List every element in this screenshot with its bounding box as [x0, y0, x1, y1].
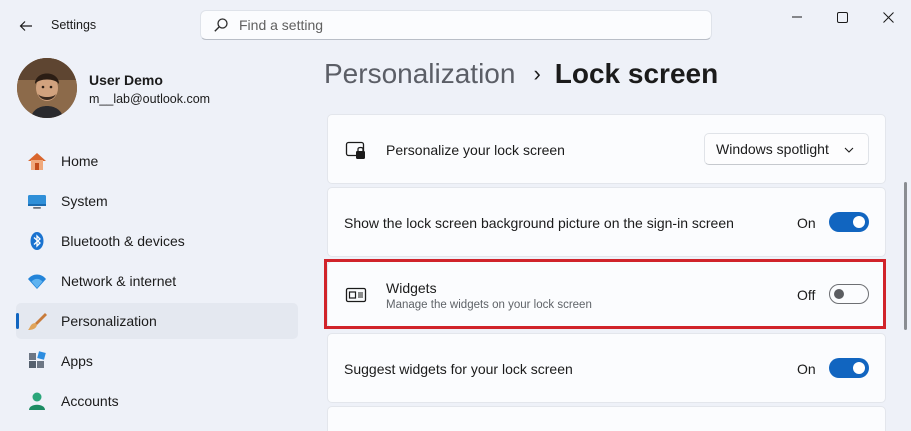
lock-screen-dropdown[interactable]: Windows spotlight	[704, 133, 869, 165]
breadcrumb-parent[interactable]: Personalization	[324, 58, 515, 90]
dropdown-value: Windows spotlight	[716, 141, 829, 157]
user-name: User Demo	[89, 72, 163, 88]
wifi-icon	[26, 270, 48, 292]
sidebar-item-system[interactable]: System	[16, 183, 298, 219]
breadcrumb: Personalization › Lock screen	[324, 58, 718, 90]
toggle-state-label: On	[797, 215, 816, 231]
suggest-widgets-toggle[interactable]	[829, 358, 869, 378]
search-icon	[214, 18, 228, 32]
chevron-down-icon	[844, 147, 854, 153]
personalize-lock-screen-row: Personalize your lock screen Windows spo…	[327, 114, 886, 184]
app-title: Settings	[51, 18, 97, 32]
sidebar-item-label: Home	[61, 153, 99, 169]
toggle-state-label: On	[797, 361, 816, 377]
user-profile[interactable]: User Demo m__lab@outlook.com	[17, 58, 297, 118]
maximize-icon	[836, 11, 848, 23]
widgets-highlight-box	[324, 259, 886, 329]
back-arrow-icon	[19, 21, 32, 31]
scrollbar[interactable]	[904, 182, 907, 330]
sidebar-nav: Home System Bluetooth & devices Network …	[16, 143, 298, 423]
back-button[interactable]	[10, 10, 42, 42]
accounts-icon	[26, 390, 48, 412]
toggle-knob	[853, 362, 865, 374]
home-icon	[26, 150, 48, 172]
system-icon	[26, 190, 48, 212]
suggest-widgets-title: Suggest widgets for your lock screen	[344, 361, 573, 377]
page-title: Lock screen	[554, 58, 719, 89]
brush-icon	[26, 310, 48, 332]
sidebar-item-apps[interactable]: Apps	[16, 343, 298, 379]
close-button[interactable]	[865, 0, 911, 34]
sidebar-item-personalization[interactable]: Personalization	[16, 303, 298, 339]
next-settings-row	[327, 406, 886, 431]
signin-background-title: Show the lock screen background picture …	[344, 215, 734, 231]
suggest-widgets-row: Suggest widgets for your lock screen On	[327, 333, 886, 403]
title-bar: Settings	[0, 0, 911, 50]
sidebar-item-label: Network & internet	[61, 273, 177, 289]
avatar	[17, 58, 77, 118]
minimize-icon	[792, 16, 802, 18]
sidebar-item-network[interactable]: Network & internet	[16, 263, 298, 299]
apps-icon	[26, 350, 48, 372]
selection-indicator	[16, 313, 19, 329]
bluetooth-icon	[26, 230, 48, 252]
maximize-button[interactable]	[819, 0, 865, 34]
sidebar-item-label: Personalization	[61, 313, 157, 329]
sidebar-item-home[interactable]: Home	[16, 143, 298, 179]
personalize-title: Personalize your lock screen	[386, 142, 565, 158]
sidebar-item-bluetooth[interactable]: Bluetooth & devices	[16, 223, 298, 259]
sidebar-item-label: Accounts	[61, 393, 119, 409]
close-icon	[882, 11, 894, 23]
breadcrumb-separator: ›	[533, 61, 541, 86]
minimize-button[interactable]	[774, 0, 820, 34]
user-email: m__lab@outlook.com	[89, 92, 211, 106]
search-input[interactable]	[239, 17, 679, 33]
signin-background-row: Show the lock screen background picture …	[327, 187, 886, 257]
sidebar-item-label: System	[61, 193, 108, 209]
sidebar-item-label: Apps	[61, 353, 93, 369]
lock-screen-icon	[345, 141, 365, 159]
search-box[interactable]	[200, 10, 712, 40]
sidebar-item-label: Bluetooth & devices	[61, 233, 185, 249]
sidebar-item-accounts[interactable]: Accounts	[16, 383, 298, 419]
toggle-knob	[853, 216, 865, 228]
signin-background-toggle[interactable]	[829, 212, 869, 232]
